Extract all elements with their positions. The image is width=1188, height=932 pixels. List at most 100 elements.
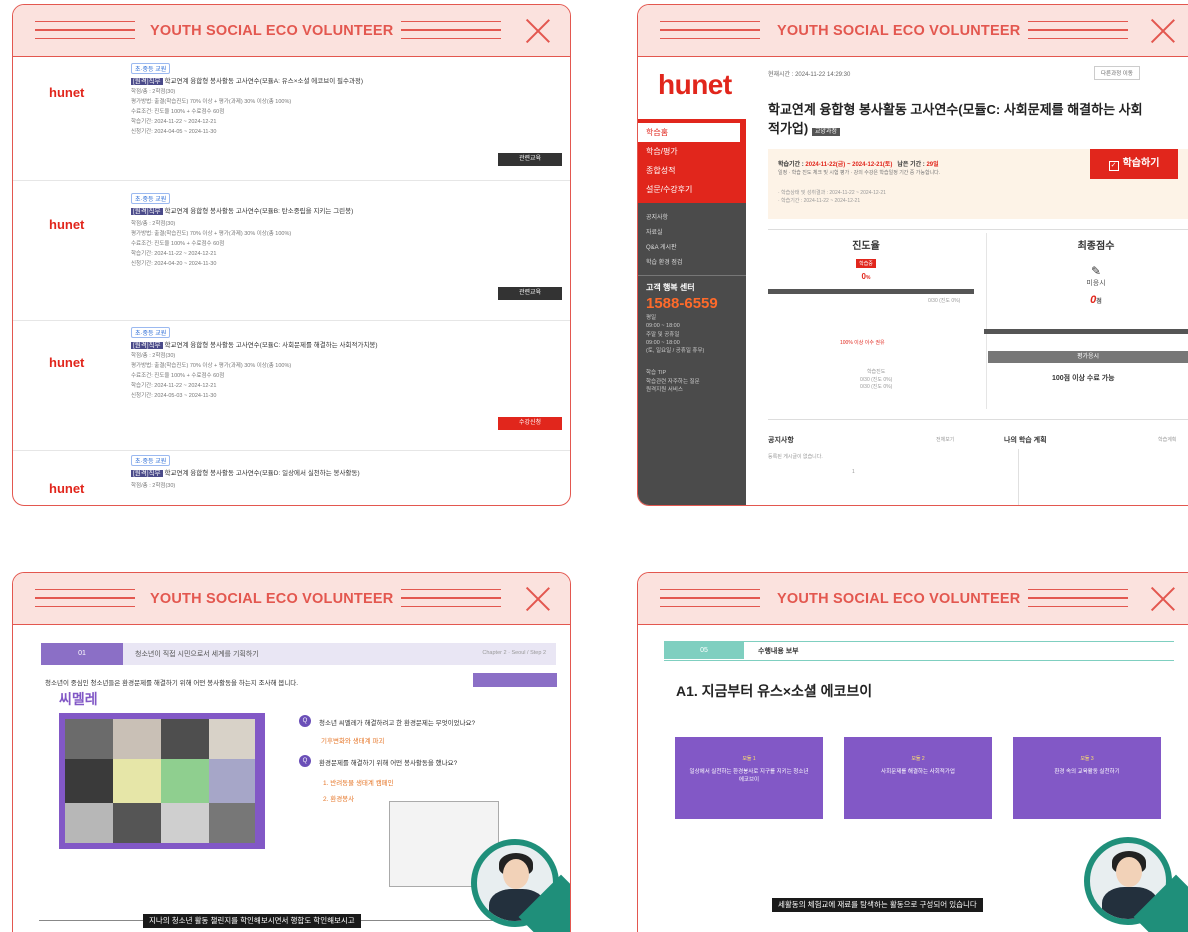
slide-header: 05 수행내용 보부 xyxy=(664,641,1174,661)
video-subtitle: 지나의 청소년 활동 챌린지를 학인해보시면서 행합도 학인해보시고 xyxy=(143,914,361,928)
close-icon[interactable] xyxy=(525,18,551,44)
submenu-resources[interactable]: 자료실 xyxy=(638,224,746,239)
slide-nav-button[interactable] xyxy=(473,673,557,687)
decorative-lines-left xyxy=(35,21,135,41)
course-title[interactable]: [원격]직무 학교연계 융합형 봉사활동 고사연수(모듈D: 일상에서 실천하는 … xyxy=(131,467,360,477)
hunet-logo: hunet xyxy=(49,217,85,232)
notice-title: 공지사항 xyxy=(768,437,794,444)
course-info: 학습기간: 2024-11-22 ~ 2024-12-21 xyxy=(131,251,217,257)
module-card-tag: 모듈 1 xyxy=(742,756,756,762)
score-value: 0점 xyxy=(1090,294,1102,306)
submenu-notice[interactable]: 공지사항 xyxy=(638,209,746,224)
cs-link[interactable]: 원격지원 서비스 xyxy=(646,386,738,394)
course-tag: 초·중등 교원 xyxy=(131,455,171,466)
answer-2a: 1. 반려동물 생태계 캠페인 xyxy=(323,780,394,787)
cs-link[interactable]: 학습관련 자주하는 질문 xyxy=(646,378,738,386)
cs-title: 고객 행복 센터 xyxy=(646,283,695,292)
progress-panel: 진도율 학습중 0% xyxy=(806,237,926,281)
lms-submenu: 공지사항 자료실 Q&A 게시판 학습 환경 점검 xyxy=(638,203,746,275)
course-info: 학점/총 : 2학점(30) xyxy=(131,353,176,359)
cs-link[interactable]: 학습 TIP xyxy=(646,369,738,377)
course-title[interactable]: [원격]직무 학교연계 융합형 봉사활동 고사연수(모듈C: 사회문제를 해결하는… xyxy=(131,339,378,349)
window-title: YOUTH SOCIAL ECO VOLUNTEER xyxy=(777,23,1021,39)
answer-2b: 2. 환경봉사 xyxy=(323,796,355,803)
cs-info: 09:00 ~ 18:00 xyxy=(646,339,680,346)
plan-divider xyxy=(1018,449,1019,505)
question-2-icon: Q xyxy=(299,755,311,767)
module-card[interactable]: 모듈 3 환경 속의 교육활동 실천하기 xyxy=(1013,737,1161,819)
answer-1: 기후변화와 생태계 파괴 xyxy=(321,738,385,745)
related-course-button[interactable]: 관련교육 xyxy=(498,287,562,300)
question-1-icon: Q xyxy=(299,715,311,727)
course-title[interactable]: [원격]직무 학교연계 융합형 봉사활동 고사연수(모듈A: 유스×소셜 에코브이… xyxy=(131,75,363,85)
course-switch-select[interactable]: 다른과정 이동 xyxy=(1094,66,1140,80)
score-note: 100점 이상 수료 가능 xyxy=(1052,375,1115,382)
score-label: 최종점수 xyxy=(1077,241,1115,252)
submenu-env-check[interactable]: 학습 환경 점검 xyxy=(638,254,746,269)
notice-more-link[interactable]: 전체보기 xyxy=(936,436,954,443)
list-item: hunet 초·중등 교원 [원격]직무 학교연계 융합형 봉사활동 고사연수(모… xyxy=(13,321,570,451)
close-icon[interactable] xyxy=(1150,586,1176,612)
score-button[interactable]: 평가응시 xyxy=(988,351,1188,363)
course-info: 평가방법: 출결(학습진도) 70% 이상 + 평가(과제) 30% 이상(총 … xyxy=(131,231,292,237)
slide-header-right: Chapter 2 · Seoul / Step 2 xyxy=(482,650,546,656)
course-info: 학습기간: 2024-11-22 ~ 2024-12-21 xyxy=(131,119,217,125)
cs-info: 평일 xyxy=(646,315,657,321)
photo-collage xyxy=(65,719,255,843)
window-header: YOUTH SOCIAL ECO VOLUNTEER xyxy=(13,5,570,57)
window-title: YOUTH SOCIAL ECO VOLUNTEER xyxy=(150,23,394,39)
study-period: 학습기간 : 2024-11-22(금) ~ 2024-12-21(토) 남은 … xyxy=(778,162,939,168)
submenu-qna[interactable]: Q&A 게시판 xyxy=(638,239,746,254)
lms-sidebar: hunet 학습홈 학습/평가 종합성적 설문/수강후기 공지사항 자료실 Q&… xyxy=(638,57,746,505)
hunet-logo: hunet xyxy=(658,69,732,100)
progress-bar-note: 0/30 (진도 0%) xyxy=(928,298,961,304)
module-card[interactable]: 모듈 1 일상에서 실천하는 환경봉사로 지구를 지키는 청소년 에코브이 xyxy=(675,737,823,819)
module-card-text: 일상에서 실천하는 환경봉사로 지구를 지키는 청소년 에코브이 xyxy=(689,769,809,784)
module-card-tag: 모듈 3 xyxy=(1080,756,1094,762)
cs-info: 주말 및 공휴일 xyxy=(646,331,680,338)
course-info: 신청기간: 2024-05-03 ~ 2024-11-30 xyxy=(131,393,217,399)
plan-title: 나의 학습 계획 xyxy=(1004,437,1047,444)
course-info: 신청기간: 2024-04-05 ~ 2024-11-30 xyxy=(131,129,217,135)
menu-item-home[interactable]: 학습홈 xyxy=(638,123,740,142)
study-button[interactable]: ✓ 학습하기 xyxy=(1090,149,1178,179)
course-info: 평가방법: 출결(학습진도) 70% 이상 + 평가(과제) 30% 이상(총 … xyxy=(131,99,292,105)
course-info: 평가방법: 출결(학습진도) 70% 이상 + 평가(과제) 30% 이상(총 … xyxy=(131,363,292,369)
title-badge: 교양과정 xyxy=(811,127,840,136)
related-course-button[interactable]: 관련교육 xyxy=(498,153,562,166)
cs-phone: 1588-6559 xyxy=(646,295,718,312)
slide-header-text: 수행내용 보부 xyxy=(758,648,799,655)
video-subtitle: 세활동의 체험교에 재료를 탐색하는 활동으로 구성되어 있습니다 xyxy=(772,898,983,912)
module-card-text: 사회문제를 해결하는 사회적가업 xyxy=(881,769,955,775)
course-title[interactable]: [원격]직무 학교연계 융합형 봉사활동 고사연수(모듈B: 탄소중립을 지키는 … xyxy=(131,205,353,215)
slide-number: 05 xyxy=(664,642,744,659)
menu-item-study[interactable]: 학습/평가 xyxy=(638,142,746,161)
course-info: 학습기간: 2024-11-22 ~ 2024-12-21 xyxy=(131,383,217,389)
score-state: 미응시 xyxy=(1086,280,1106,287)
lms-menu: 학습홈 학습/평가 종합성적 설문/수강후기 xyxy=(638,119,746,203)
notice-pagination[interactable]: 1 xyxy=(852,469,855,475)
logo-area: hunet xyxy=(638,57,746,119)
page-title: 학교연계 융합형 봉사활동 고사연수(모듈C: 사회문제를 해결하는 사회적가업… xyxy=(768,102,1143,136)
course-tag: 초·중등 교원 xyxy=(131,193,171,204)
close-icon[interactable] xyxy=(525,586,551,612)
hunet-logo: hunet xyxy=(49,355,85,370)
course-info: 신청기간: 2024-04-20 ~ 2024-11-30 xyxy=(131,261,217,267)
question-2: 환경문제를 해결하기 위해 어떤 봉사활동을 했나요? xyxy=(319,760,458,767)
period-sub: · 학습상태 및 성취결과 : 2024-11-22 ~ 2024-12-21 … xyxy=(778,190,886,204)
plan-more-link[interactable]: 학습계획 xyxy=(1158,436,1176,443)
lms-main: 현재시간 : 2024-11-22 14:29:30 다른과정 이동 학교연계 … xyxy=(756,57,1188,505)
decorative-lines-left xyxy=(660,21,760,41)
module-card[interactable]: 모듈 2 사회문제를 해결하는 사회적가업 xyxy=(844,737,992,819)
window-title: YOUTH SOCIAL ECO VOLUNTEER xyxy=(777,591,1021,607)
score-bar xyxy=(984,329,1188,334)
stats-divider xyxy=(768,229,1188,230)
close-icon[interactable] xyxy=(1150,18,1176,44)
enroll-button[interactable]: 수강신청 xyxy=(498,417,562,430)
menu-item-grades[interactable]: 종합성적 xyxy=(638,161,746,180)
lecture-slide: 05 수행내용 보부 A1. 지금부터 유스×소셜 에코브이 모듈 1 일상에서… xyxy=(638,625,1188,932)
menu-item-survey[interactable]: 설문/수강후기 xyxy=(638,180,746,199)
lms-page: hunet 학습홈 학습/평가 종합성적 설문/수강후기 공지사항 자료실 Q&… xyxy=(638,57,1188,505)
pencil-icon: ✎ xyxy=(1090,264,1102,278)
course-list: hunet 초·중등 교원 [원격]직무 학교연계 융합형 봉사활동 고사연수(모… xyxy=(13,57,570,505)
